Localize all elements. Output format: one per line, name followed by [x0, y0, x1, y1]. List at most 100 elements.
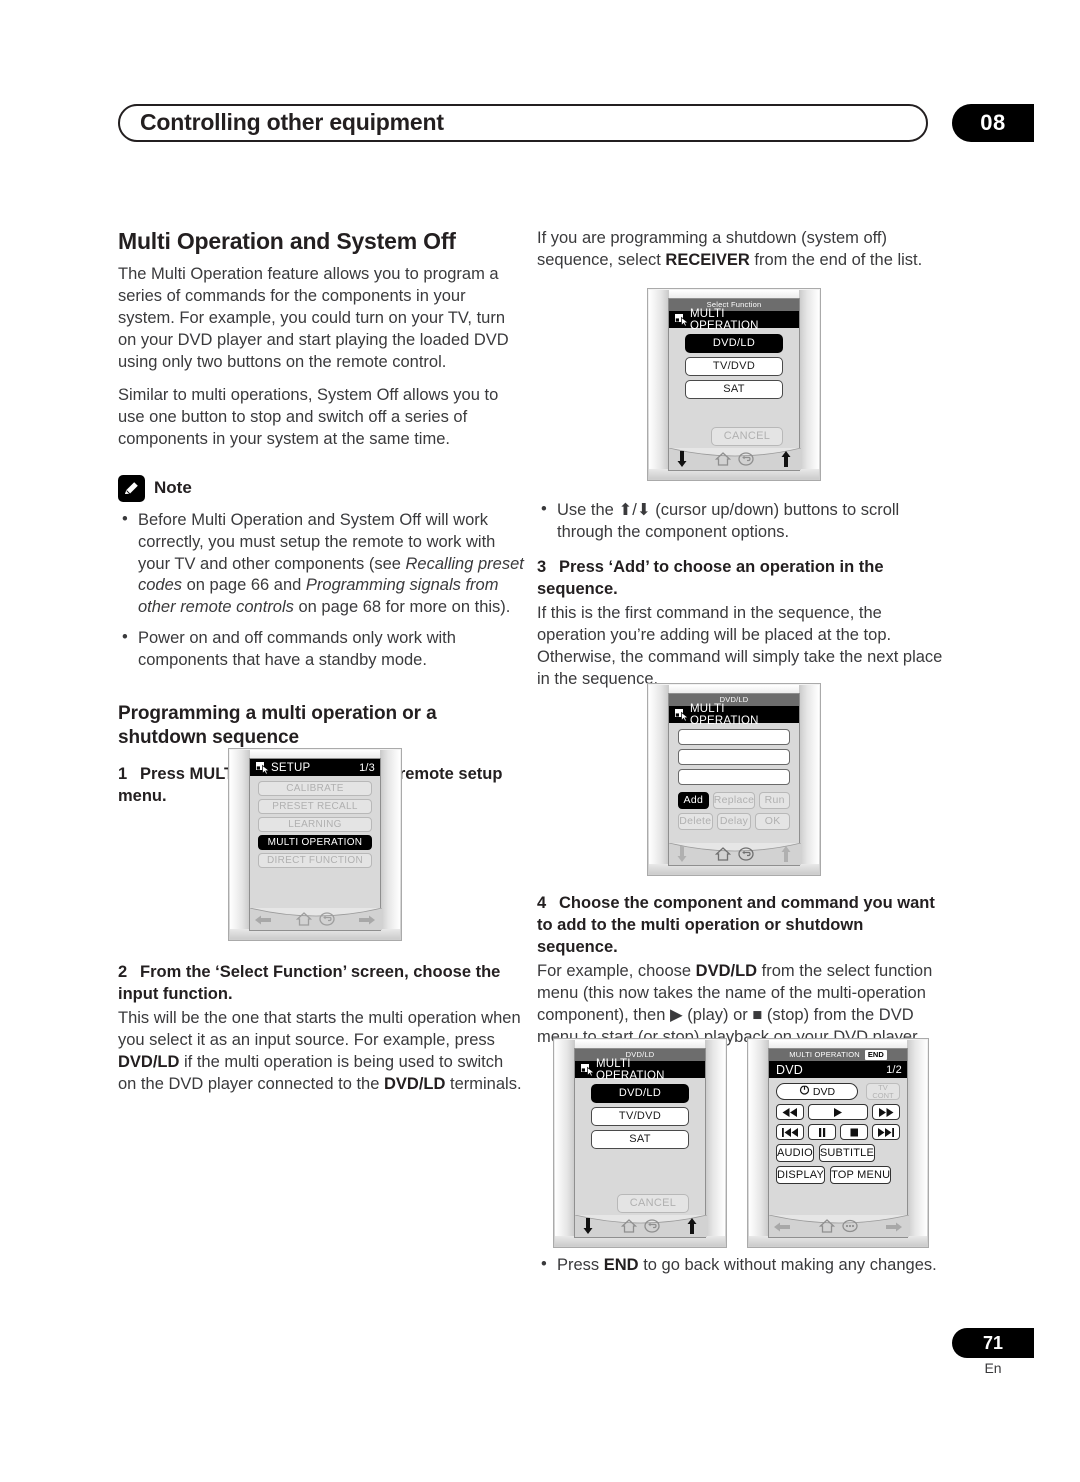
manual-page: Controlling other equipment 08 Multi Ope… [0, 0, 1080, 1482]
scroll-bullet-list: Use the ⬆/⬇ (cursor up/down) buttons to … [537, 499, 945, 544]
bezel-left [230, 750, 250, 939]
step-4-body: For example, choose DVD/LD from the sele… [537, 961, 933, 1046]
step-3-body: If this is the first command in the sequ… [537, 603, 943, 688]
home-icon[interactable] [818, 1218, 835, 1239]
bezel-left [649, 685, 669, 874]
end-badge[interactable]: END [864, 1050, 887, 1060]
tv-cont-button[interactable]: TV CONT [866, 1083, 900, 1100]
tv-cont-line2: CONT [872, 1090, 894, 1100]
screen-title: DVD [776, 1062, 803, 1077]
add-button[interactable]: Add [678, 792, 709, 809]
menu-item-direct-function[interactable]: DIRECT FUNCTION [258, 853, 372, 868]
pencil-icon [118, 474, 145, 502]
stylus-pointer-icon [580, 1062, 595, 1077]
note-label: Note [154, 478, 192, 498]
return-icon[interactable] [737, 846, 754, 867]
function-item-dvd-ld[interactable]: DVD/LD [685, 334, 783, 353]
previous-button[interactable] [776, 1124, 804, 1140]
lcd-screen: SETUP 1/3 CALIBRATE PRESET RECALL LEARNI… [249, 758, 382, 932]
bezel-right [799, 290, 819, 479]
sequence-slot-1[interactable] [678, 729, 790, 745]
power-row: DVD TV CONT [776, 1083, 900, 1100]
home-icon[interactable] [620, 1218, 637, 1239]
transport-row-1 [776, 1104, 900, 1120]
step-2: 2 From the ‘Select Function’ screen, choo… [118, 962, 526, 1006]
cancel-button[interactable]: CANCEL [711, 427, 783, 446]
page-number: 71 [982, 1333, 1004, 1353]
stop-button[interactable] [840, 1124, 868, 1140]
bezel-left [749, 1040, 769, 1246]
up-arrow-icon[interactable] [780, 451, 792, 472]
function-item-dvd-ld[interactable]: DVD/LD [591, 1084, 689, 1103]
page-number-badge: 71 [952, 1328, 1034, 1358]
bezel-right [705, 1040, 725, 1246]
function-item-tv-dvd[interactable]: TV/DVD [591, 1107, 689, 1126]
remote-body: DVD/LD MULTI OPERATION DVD/LD TV/DVD SAT [553, 1038, 727, 1248]
screen-nav-bar [575, 1215, 707, 1239]
menu-item-calibrate[interactable]: CALIBRATE [258, 781, 372, 796]
top-menu-button[interactable]: TOP MENU [830, 1166, 892, 1184]
figure-dvd-control: MULTI OPERATION END DVD 1/2 DVD TV CONT … [747, 1038, 929, 1248]
intro-paragraph-1: The Multi Operation feature allows you t… [118, 265, 509, 371]
home-icon[interactable] [714, 846, 731, 867]
figure-select-function: Select Function MULTI OPERATION DVD/LD T… [647, 288, 821, 481]
delay-button[interactable]: Delay [716, 813, 752, 830]
up-arrow-icon[interactable] [780, 846, 792, 867]
return-icon[interactable] [318, 911, 335, 932]
chapter-badge: 08 [952, 104, 1034, 142]
function-item-sat[interactable]: SAT [685, 380, 783, 399]
screen-title: SETUP [271, 761, 311, 774]
lcd-screen: DVD/LD MULTI OPERATION DVD/LD TV/DVD SAT [574, 1048, 707, 1239]
menu-item-learning[interactable]: LEARNING [258, 817, 372, 832]
cancel-button[interactable]: CANCEL [617, 1194, 689, 1213]
bezel-right [799, 685, 819, 874]
play-button[interactable] [808, 1104, 868, 1120]
audio-button[interactable]: AUDIO [776, 1144, 814, 1162]
note-heading: Note [118, 474, 526, 502]
menu-item-multi-operation[interactable]: MULTI OPERATION [258, 835, 372, 850]
power-dvd-button[interactable]: DVD [776, 1083, 858, 1100]
transport-row-2 [776, 1124, 900, 1140]
step-4-number: 4 [537, 894, 547, 912]
function-item-tv-dvd[interactable]: TV/DVD [685, 357, 783, 376]
stylus-pointer-icon [674, 312, 689, 327]
screen-title-bar: DVD 1/2 [769, 1061, 907, 1078]
right-arrow-icon[interactable] [886, 1220, 902, 1238]
stylus-pointer-icon [255, 760, 270, 775]
sequence-slot-3[interactable] [678, 769, 790, 785]
right-arrow-icon[interactable] [359, 913, 375, 931]
left-column: Multi Operation and System Off The Multi… [118, 228, 526, 810]
function-item-sat[interactable]: SAT [591, 1130, 689, 1149]
next-button[interactable] [872, 1124, 900, 1140]
return-icon[interactable] [737, 451, 754, 472]
lcd-screen: DVD/LD MULTI OPERATION Add Replace Run D… [668, 693, 801, 867]
screen-dvd-controls: DVD TV CONT AUDIO SUBTITLE DISPLAY TOP M… [769, 1078, 907, 1215]
editor-button-row-1: Add Replace Run [678, 792, 790, 809]
note-bullet: Before Multi Operation and System Off wi… [118, 509, 526, 620]
screen-title-bar: SETUP 1/3 [250, 759, 380, 776]
step-3-number: 3 [537, 557, 547, 576]
home-icon[interactable] [714, 451, 731, 472]
editor-button-row-2: Delete Delay OK [678, 813, 791, 830]
next-icon [878, 1127, 894, 1137]
function-row-1: AUDIO SUBTITLE [776, 1144, 900, 1162]
subtitle-button[interactable]: SUBTITLE [818, 1144, 876, 1162]
up-arrow-icon[interactable] [686, 1218, 698, 1239]
ok-button[interactable]: OK [755, 813, 791, 830]
pause-button[interactable] [808, 1124, 836, 1140]
menu-item-preset-recall[interactable]: PRESET RECALL [258, 799, 372, 814]
home-icon[interactable] [295, 911, 312, 932]
figure-setup-menu: SETUP 1/3 CALIBRATE PRESET RECALL LEARNI… [228, 748, 402, 941]
screen-nav-bar [769, 1215, 909, 1239]
replace-button[interactable]: Replace [712, 792, 756, 809]
fast-forward-button[interactable] [872, 1104, 900, 1120]
step-2-body: This will be the one that starts the mul… [118, 1008, 522, 1093]
display-button[interactable]: DISPLAY [776, 1166, 826, 1184]
keypad-icon[interactable] [841, 1218, 858, 1239]
run-button[interactable]: Run [759, 792, 790, 809]
rewind-button[interactable] [776, 1104, 804, 1120]
return-icon[interactable] [643, 1218, 660, 1239]
sequence-slot-2[interactable] [678, 749, 790, 765]
power-dvd-label: DVD [812, 1085, 836, 1098]
delete-button[interactable]: Delete [678, 813, 713, 830]
